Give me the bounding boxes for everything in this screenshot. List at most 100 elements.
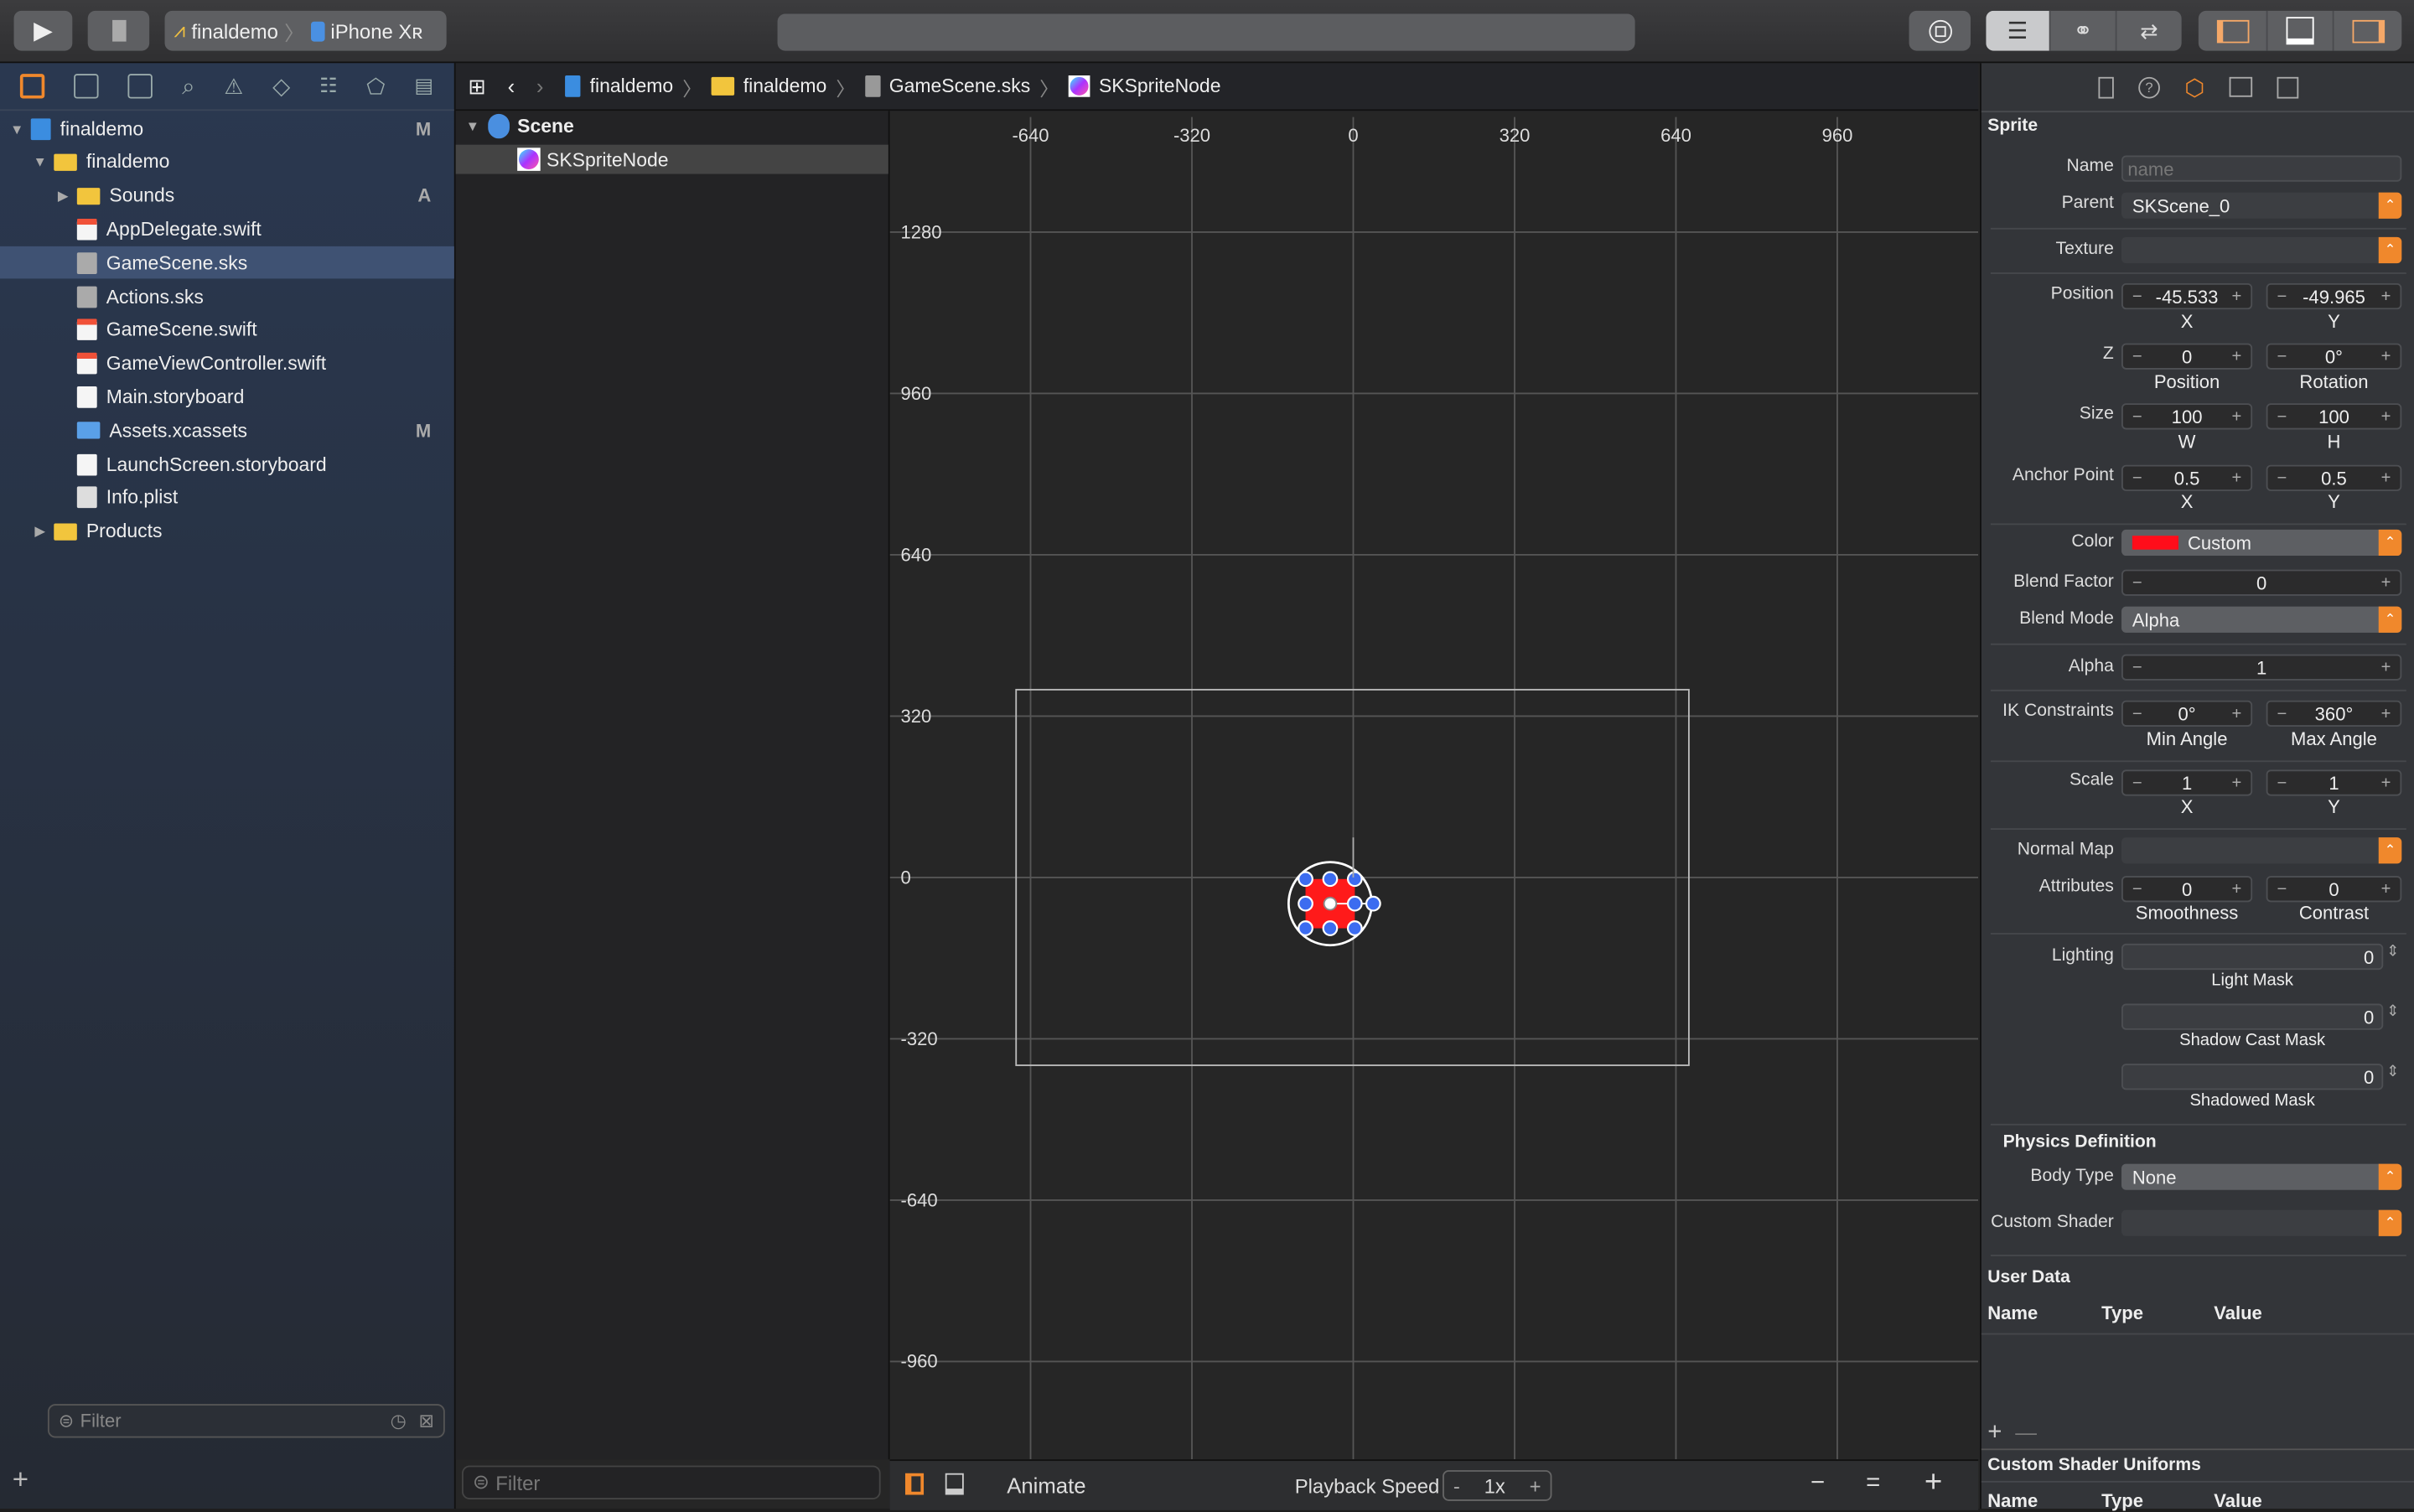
increment-button[interactable]: + bbox=[2231, 774, 2241, 792]
related-items-icon[interactable]: ⊞ bbox=[468, 73, 486, 99]
decrement-button[interactable]: − bbox=[2277, 880, 2287, 898]
normal-map-popup[interactable]: ⌃ bbox=[2121, 837, 2402, 864]
remove-row-button[interactable]: — bbox=[2015, 1419, 2037, 1443]
increment-button[interactable]: + bbox=[2231, 704, 2241, 722]
light_mask-field[interactable]: 0 bbox=[2121, 943, 2384, 971]
library-icon[interactable] bbox=[2277, 75, 2299, 98]
increment-button[interactable]: + bbox=[2231, 469, 2241, 487]
decrement-button[interactable]: − bbox=[2132, 407, 2142, 426]
scale-a-field[interactable]: − 1 + bbox=[2121, 769, 2253, 796]
decrement-button[interactable]: - bbox=[1453, 1474, 1460, 1498]
increment-button[interactable]: + bbox=[2231, 287, 2241, 306]
help-icon[interactable]: ? bbox=[2138, 75, 2160, 98]
increment-button[interactable]: + bbox=[2231, 407, 2241, 426]
increment-button[interactable]: + bbox=[2381, 347, 2391, 365]
folder-icon[interactable] bbox=[20, 74, 46, 99]
position-a-field[interactable]: − -45.533 + bbox=[2121, 282, 2253, 310]
disclosure-icon[interactable]: ▼ bbox=[9, 121, 24, 136]
navigator-item[interactable]: LaunchScreen.storyboard bbox=[0, 448, 454, 480]
navigator-item[interactable]: GameViewController.swift bbox=[0, 347, 454, 380]
assistant-editor-button[interactable]: ⚭ bbox=[2051, 10, 2117, 51]
outline-item-spritenode[interactable]: SKSpriteNode bbox=[455, 144, 888, 174]
increment-button[interactable]: + bbox=[2381, 573, 2391, 592]
custom-shader-popup[interactable]: ⌃ bbox=[2121, 1209, 2402, 1236]
search-icon[interactable]: ⌕ bbox=[182, 73, 194, 99]
file-icon[interactable] bbox=[2098, 75, 2114, 98]
z-a-field[interactable]: − 0 + bbox=[2121, 343, 2253, 370]
navigator-item[interactable]: ▼ finaldemo M bbox=[0, 112, 454, 145]
breadcrumb-file[interactable]: GameScene.sks bbox=[889, 75, 1030, 97]
blend-mode-popup[interactable]: Alpha ⌃ bbox=[2121, 606, 2402, 633]
decrement-button[interactable]: − bbox=[2132, 880, 2142, 898]
increment-button[interactable]: + bbox=[2381, 658, 2391, 676]
scene-canvas[interactable]: -640 -320 0 320 640 960 1280 960 640 320 0 -320 -640… bbox=[889, 111, 1979, 1460]
anchor-a-field[interactable]: − 0.5 + bbox=[2121, 464, 2253, 491]
navigator-item[interactable]: Assets.xcassets M bbox=[0, 414, 454, 447]
body-type-popup[interactable]: None ⌃ bbox=[2121, 1163, 2402, 1190]
outline-filter-input[interactable]: ⊜ Filter bbox=[462, 1465, 881, 1499]
decrement-button[interactable]: − bbox=[2132, 347, 2142, 365]
size-a-field[interactable]: − 100 + bbox=[2121, 403, 2253, 430]
decrement-button[interactable]: − bbox=[2132, 287, 2142, 306]
hierarchy-icon[interactable] bbox=[127, 74, 153, 99]
playback-speed-stepper[interactable]: - 1x + bbox=[1443, 1470, 1552, 1501]
increment-button[interactable]: + bbox=[2381, 880, 2391, 898]
increment-button[interactable]: + bbox=[2381, 287, 2391, 306]
decrement-button[interactable]: − bbox=[2277, 774, 2287, 792]
report-icon[interactable]: ▤ bbox=[414, 74, 433, 98]
media-icon[interactable] bbox=[2229, 76, 2253, 97]
blend-factor-field[interactable]: − 0 + bbox=[2121, 569, 2402, 596]
decrement-button[interactable]: − bbox=[2132, 774, 2142, 792]
increment-button[interactable]: + bbox=[2381, 469, 2391, 487]
navigator-item[interactable]: ▶ Products bbox=[0, 515, 454, 548]
breadcrumb-project[interactable]: finaldemo bbox=[590, 75, 674, 97]
zoom-out-button[interactable]: − bbox=[1810, 1470, 1825, 1498]
forward-button[interactable]: › bbox=[536, 74, 544, 98]
increment-button[interactable]: + bbox=[2381, 407, 2391, 426]
texture-popup[interactable]: ⌃ bbox=[2121, 236, 2402, 264]
decrement-button[interactable]: − bbox=[2132, 573, 2142, 592]
recent-files-icon[interactable]: ◷ bbox=[391, 1410, 407, 1432]
run-button[interactable]: ▶ bbox=[13, 10, 73, 51]
toggle-timeline-icon[interactable] bbox=[945, 1473, 964, 1495]
source-control-icon[interactable] bbox=[74, 74, 100, 99]
version-editor-button[interactable]: ⇄ bbox=[2117, 11, 2182, 51]
warning-icon[interactable]: ⚠ bbox=[224, 73, 243, 99]
navigator-item[interactable]: Actions.sks bbox=[0, 280, 454, 313]
scene-grid[interactable]: -640 -320 0 320 640 960 1280 960 640 320 0 -320 -640… bbox=[889, 111, 1979, 1460]
z-b-field[interactable]: − 0° + bbox=[2266, 343, 2402, 370]
navigator-filter-input[interactable]: ⊜ Filter ◷ ⊠ bbox=[47, 1404, 445, 1438]
shadow_cast-field[interactable]: 0 bbox=[2121, 1003, 2384, 1030]
increment-button[interactable]: + bbox=[2231, 880, 2241, 898]
decrement-button[interactable]: − bbox=[2277, 347, 2287, 365]
increment-button[interactable]: + bbox=[2231, 347, 2241, 365]
toggle-inspector-button[interactable] bbox=[2334, 11, 2401, 51]
navigator-item[interactable]: GameScene.swift bbox=[0, 313, 454, 346]
outline-item-scene[interactable]: ▼ Scene bbox=[456, 111, 888, 142]
decrement-button[interactable]: − bbox=[2132, 704, 2142, 722]
color-popup[interactable]: Custom ⌃ bbox=[2121, 529, 2402, 557]
ik-b-field[interactable]: − 360° + bbox=[2266, 700, 2402, 727]
toggle-debug-button[interactable] bbox=[2268, 10, 2334, 51]
navigator-item[interactable]: ▼ finaldemo bbox=[0, 146, 454, 179]
parent-popup[interactable]: SKScene_0 ⌃ bbox=[2121, 192, 2402, 219]
disclosure-icon[interactable]: ▶ bbox=[33, 523, 48, 540]
toggle-navigator-button[interactable] bbox=[2199, 10, 2268, 51]
navigator-item[interactable]: Main.storyboard bbox=[0, 381, 454, 413]
increment-button[interactable]: + bbox=[2381, 704, 2391, 722]
disclosure-icon[interactable]: ▼ bbox=[33, 154, 48, 169]
attributes-b-field[interactable]: − 0 + bbox=[2266, 876, 2402, 903]
stepper-icon[interactable]: ⇕ bbox=[2386, 944, 2399, 961]
add-icon[interactable]: + bbox=[13, 1464, 28, 1497]
breakpoint-icon[interactable]: ⬠ bbox=[366, 73, 385, 99]
scheme-selector[interactable]: ⩘ finaldemo 〉 iPhone Xʀ bbox=[164, 10, 447, 51]
navigator-item[interactable]: AppDelegate.swift bbox=[0, 213, 454, 246]
decrement-button[interactable]: − bbox=[2277, 407, 2287, 426]
stop-button[interactable] bbox=[87, 10, 150, 51]
disclosure-icon[interactable]: ▶ bbox=[55, 187, 70, 204]
test-diamond-icon[interactable]: ◇ bbox=[272, 72, 290, 100]
toggle-outline-icon[interactable] bbox=[905, 1473, 925, 1495]
scale-b-field[interactable]: − 1 + bbox=[2266, 769, 2402, 796]
add-row-button[interactable]: + bbox=[1987, 1419, 2002, 1447]
attributes-icon[interactable]: ⬡ bbox=[2184, 73, 2204, 101]
